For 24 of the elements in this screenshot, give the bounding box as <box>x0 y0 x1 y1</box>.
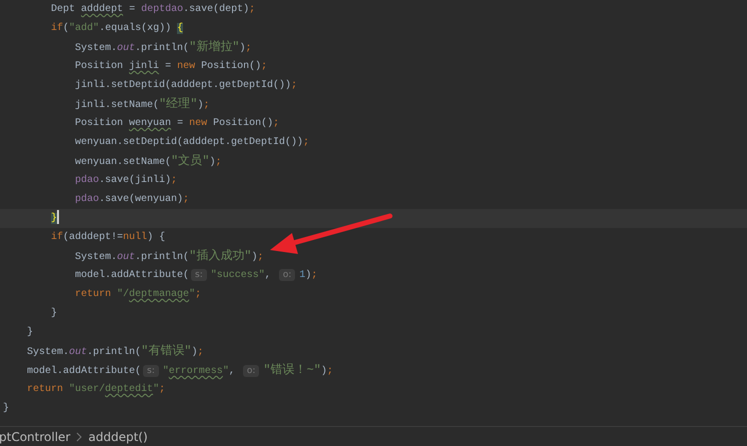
breadcrumb-item[interactable]: ptController <box>0 430 70 444</box>
code-line: wenyuan.setName("文员"); <box>74 153 222 170</box>
code-line: Position jinli = new Position(); <box>74 60 268 74</box>
code-line: System.out.println("插入成功"); <box>74 248 264 265</box>
code-line: jinli.setDeptid(adddept.getDeptId()); <box>74 78 298 93</box>
code-line: } <box>2 402 10 416</box>
code-line: wenyuan.setDeptid(adddept.getDeptId()); <box>74 136 310 150</box>
code-line: if(adddept!=null) { <box>50 230 166 245</box>
code-line: return "/deptmanage"; <box>74 288 202 302</box>
code-line: System.out.println("新增拉"); <box>74 39 252 56</box>
code-line: jinli.setName("经理"); <box>74 96 210 113</box>
code-line: Position wenyuan = new Position(); <box>74 116 280 131</box>
breadcrumb-item[interactable]: adddept() <box>88 430 148 444</box>
code-line: } <box>26 326 34 340</box>
code-line: model.addAttribute( s: "success", o: 1); <box>74 268 318 283</box>
code-line: System.out.println("有错误"); <box>26 343 204 360</box>
code-line: Dept adddept = deptdao.save(dept); <box>50 2 256 17</box>
code-line: return "user/deptedit"; <box>26 382 166 397</box>
code-line: pdao.save(wenyuan); <box>74 192 190 207</box>
chevron-icon <box>76 432 82 442</box>
code-line: } <box>50 306 58 321</box>
code-line: pdao.save(jinli); <box>74 174 178 188</box>
code-line: model.addAttribute( s: "errormess", o: "错误！~"); <box>26 362 334 379</box>
code-line: if("add".equals(xg)) { <box>50 22 184 36</box>
